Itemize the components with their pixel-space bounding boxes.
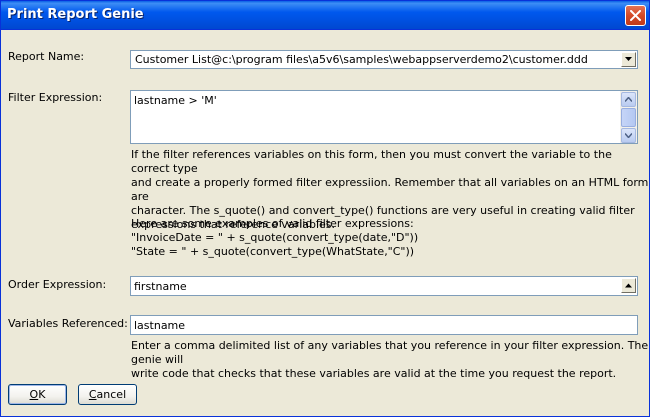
scroll-down-button[interactable] — [621, 128, 636, 143]
scroll-thumb[interactable] — [621, 108, 636, 127]
filter-examples: Here are some examples of valid filter e… — [131, 217, 418, 259]
variables-help-line: Enter a comma delimited list of any vari… — [131, 339, 649, 366]
order-expression-field[interactable]: firstname — [130, 276, 638, 296]
print-report-genie-dialog: Print Report Genie Report Name: Customer… — [0, 0, 650, 417]
variables-referenced-field[interactable]: lastname — [130, 315, 638, 335]
ok-button-label: K — [38, 388, 46, 401]
close-icon — [630, 10, 641, 21]
example-line: "InvoiceDate = " + s_quote(convert_type(… — [131, 231, 419, 244]
report-name-dropdown[interactable]: Customer List@c:\program files\a5v6\samp… — [130, 50, 638, 69]
order-expression-label: Order Expression: — [8, 278, 107, 291]
arrow-up-icon — [625, 97, 632, 102]
title-bar[interactable]: Print Report Genie — [1, 1, 649, 30]
window-title: Print Report Genie — [7, 7, 144, 22]
ok-button-mnemonic: O — [29, 388, 39, 401]
arrow-up-icon — [625, 283, 632, 288]
report-name-value: Customer List@c:\program files\a5v6\samp… — [135, 53, 588, 66]
variables-referenced-label: Variables Referenced: — [8, 317, 128, 330]
arrow-down-icon — [625, 133, 632, 138]
filter-help-line: and create a properly formed filter expr… — [131, 176, 649, 203]
variables-help-text: Enter a comma delimited list of any vari… — [131, 339, 649, 381]
report-name-dropdown-button[interactable] — [621, 52, 636, 67]
filter-help-line: character. The s_quote() and convert_typ… — [131, 204, 635, 217]
order-expression-value: firstname — [134, 280, 187, 293]
cancel-button[interactable]: Cancel — [78, 384, 137, 405]
filter-expression-label: Filter Expression: — [8, 91, 103, 104]
variables-referenced-value: lastname — [134, 319, 186, 332]
variables-help-line: write code that checks that these variab… — [131, 367, 617, 380]
example-line: "State = " + s_quote(convert_type(WhatSt… — [131, 245, 415, 258]
cancel-button-label: ancel — [96, 388, 127, 401]
filter-expression-textarea[interactable]: lastname > 'M' — [130, 90, 638, 144]
close-button[interactable] — [625, 5, 646, 26]
cancel-button-mnemonic: C — [88, 388, 97, 401]
scroll-up-button[interactable] — [621, 92, 636, 107]
chevron-down-icon — [625, 57, 632, 61]
report-name-label: Report Name: — [8, 50, 85, 63]
filter-expression-value: lastname > 'M' — [134, 94, 217, 107]
order-expression-builder-button[interactable] — [621, 278, 636, 293]
examples-intro: Here are some examples of valid filter e… — [131, 217, 414, 230]
ok-button[interactable]: OK — [8, 384, 67, 405]
filter-help-line: If the filter references variables on th… — [131, 148, 612, 175]
filter-expression-scrollbar[interactable] — [620, 91, 637, 143]
